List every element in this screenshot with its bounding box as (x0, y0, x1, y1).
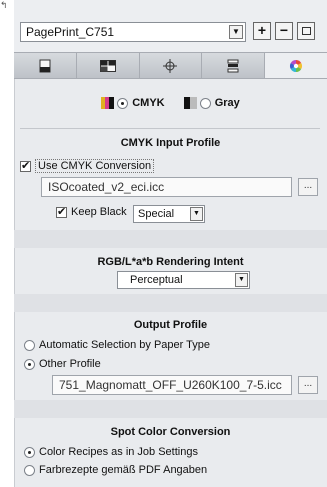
output-profile-title: Output Profile (133, 319, 208, 331)
spot-color-title: Spot Color Conversion (110, 426, 231, 438)
spot-option-1-radio[interactable] (24, 446, 35, 458)
keep-black-select[interactable]: Special ▼ (133, 205, 205, 223)
output-profile-field[interactable]: 751_Magnomatt_OFF_U260K100_7-5.icc (52, 375, 292, 395)
gray-swatch-icon (183, 97, 197, 110)
mode-cmyk-option[interactable]: CMYK (101, 97, 165, 110)
other-profile-row[interactable]: Other Profile (24, 358, 101, 370)
rendering-intent-title: RGB/L*a*b Rendering Intent (97, 256, 244, 268)
auto-selection-label: Automatic Selection by Paper Type (39, 339, 211, 351)
stack-icon (227, 59, 239, 72)
page-icon (39, 59, 51, 72)
cmyk-input-title: CMYK Input Profile (120, 137, 221, 149)
keep-black-label: Keep Black (71, 206, 127, 218)
other-profile-radio[interactable] (24, 358, 35, 370)
spot-option-2-label: Farbrezepte gemäß PDF Angaben (39, 464, 208, 476)
color-mode-selector: CMYK Gray (14, 97, 327, 117)
mode-gray-option[interactable]: Gray (183, 97, 240, 110)
tab-stack[interactable] (202, 53, 266, 78)
spot-option-1-row[interactable]: Color Recipes as in Job Settings (24, 446, 198, 458)
rendering-intent-select[interactable]: Perceptual ▼ (117, 271, 250, 289)
rendering-intent-value: Perceptual (130, 274, 183, 286)
crosshair-icon (163, 58, 178, 73)
use-cmyk-conversion-label: Use CMYK Conversion (35, 159, 155, 173)
chevron-down-icon[interactable]: ▼ (229, 25, 243, 39)
mode-cmyk-label: CMYK (132, 97, 165, 110)
spot-option-2-radio[interactable] (24, 464, 35, 476)
spot-option-2-row[interactable]: Farbrezepte gemäß PDF Angaben (24, 464, 207, 476)
other-profile-label: Other Profile (39, 358, 101, 370)
mode-gray-label: Gray (214, 97, 240, 110)
section-divider (20, 128, 320, 129)
keep-black-checkbox[interactable] (56, 205, 67, 218)
spot-option-1-label: Color Recipes as in Job Settings (39, 446, 198, 458)
add-preset-button[interactable]: + (253, 22, 271, 40)
mode-cmyk-radio[interactable] (117, 97, 129, 109)
section-separator (14, 294, 327, 312)
keep-black-row[interactable]: Keep Black (56, 205, 127, 218)
remove-preset-button[interactable]: − (275, 22, 293, 40)
cmyk-swatch-icon (101, 97, 115, 110)
window-button[interactable] (297, 22, 315, 40)
layout-icon (99, 59, 116, 72)
tab-page[interactable] (14, 53, 77, 78)
section-separator (14, 400, 327, 418)
auto-selection-radio[interactable] (24, 339, 35, 351)
tab-marks[interactable] (139, 53, 203, 78)
tab-layout[interactable] (76, 53, 140, 78)
chevron-down-icon[interactable]: ▼ (235, 273, 248, 287)
tab-bar (14, 52, 327, 79)
preset-select-value: PagePrint_C751 (26, 25, 115, 39)
section-separator (14, 230, 327, 248)
output-profile-browse-button[interactable]: ... (298, 376, 318, 394)
cmyk-profile-browse-button[interactable]: ... (298, 178, 318, 196)
window-icon (301, 27, 311, 35)
use-cmyk-conversion-row[interactable]: Use CMYK Conversion (20, 159, 155, 173)
use-cmyk-conversion-checkbox[interactable] (20, 159, 31, 172)
corner-resize-icon: ↰ (0, 0, 8, 10)
mode-gray-radio[interactable] (199, 97, 211, 109)
preset-select[interactable]: PagePrint_C751 ▼ (20, 22, 246, 42)
tab-color[interactable] (265, 53, 327, 78)
auto-selection-row[interactable]: Automatic Selection by Paper Type (24, 339, 210, 351)
cmyk-profile-field[interactable]: ISOcoated_v2_eci.icc (41, 177, 292, 197)
keep-black-select-value: Special (138, 208, 175, 220)
color-wheel-icon (290, 59, 303, 72)
chevron-down-icon[interactable]: ▼ (190, 207, 203, 221)
